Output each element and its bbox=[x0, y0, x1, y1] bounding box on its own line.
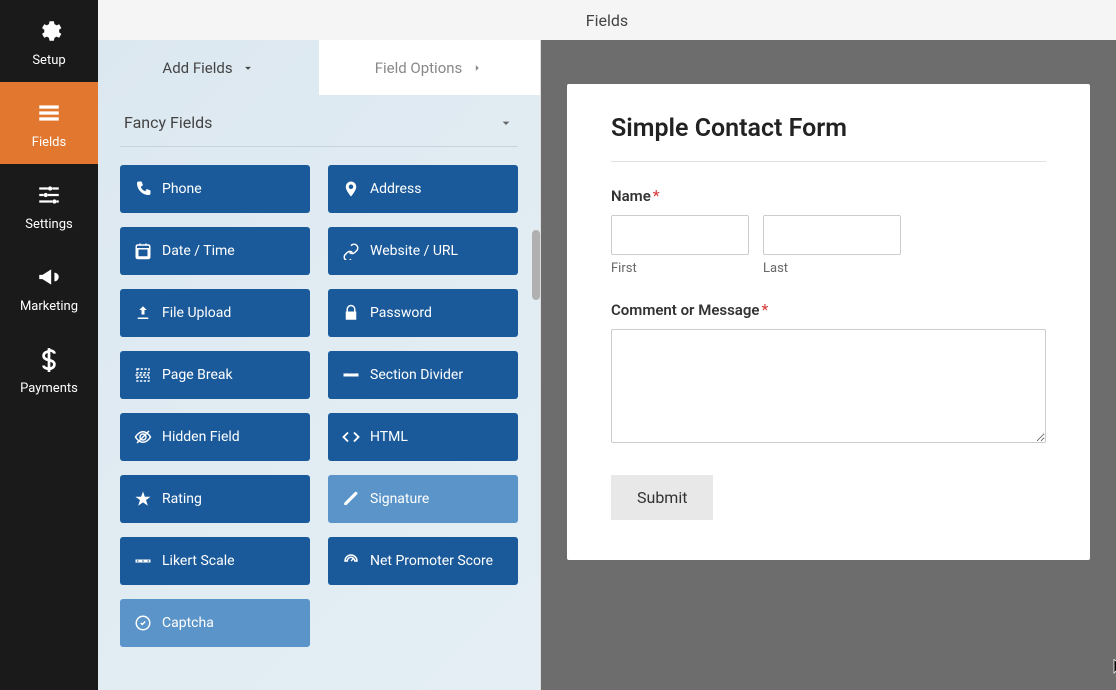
field-type-file-upload[interactable]: File Upload bbox=[120, 289, 310, 337]
sublabel-last: Last bbox=[763, 261, 901, 276]
likert-scale-icon bbox=[134, 552, 152, 570]
panel-tabs: Add Fields Field Options bbox=[98, 40, 540, 95]
cursor-icon bbox=[1111, 658, 1116, 676]
required-mark: * bbox=[761, 300, 768, 319]
sublabel-first: First bbox=[611, 261, 749, 276]
field-type-label: Address bbox=[370, 181, 421, 197]
field-type-phone[interactable]: Phone bbox=[120, 165, 310, 213]
dollar-icon bbox=[33, 343, 65, 375]
field-type-label: Date / Time bbox=[162, 243, 235, 259]
field-type-label: Phone bbox=[162, 181, 202, 197]
field-type-signature[interactable]: Signature bbox=[328, 475, 518, 523]
field-type-rating[interactable]: Rating bbox=[120, 475, 310, 523]
sidebar-item-setup[interactable]: Setup bbox=[0, 0, 98, 82]
chevron-right-icon bbox=[470, 61, 484, 75]
sidebar-item-label: Setup bbox=[32, 53, 65, 68]
field-type-label: HTML bbox=[370, 429, 408, 445]
form-field-comment[interactable]: Comment or Message* bbox=[611, 300, 1046, 447]
website-url-icon bbox=[342, 242, 360, 260]
tab-label: Add Fields bbox=[162, 59, 232, 77]
field-type-label: Website / URL bbox=[370, 243, 458, 259]
field-type-label: Captcha bbox=[162, 615, 214, 631]
field-type-label: Signature bbox=[370, 491, 429, 507]
html-icon bbox=[342, 428, 360, 446]
gear-icon bbox=[33, 15, 65, 47]
address-icon bbox=[342, 180, 360, 198]
sidebar-item-payments[interactable]: Payments bbox=[0, 328, 98, 410]
form-title: Simple Contact Form bbox=[611, 114, 1046, 162]
field-type-page-break[interactable]: Page Break bbox=[120, 351, 310, 399]
sidebar: Setup Fields Settings Marketing Payments bbox=[0, 0, 98, 690]
page-header: Fields bbox=[98, 0, 1116, 40]
sidebar-item-label: Fields bbox=[32, 135, 66, 150]
sidebar-item-marketing[interactable]: Marketing bbox=[0, 246, 98, 328]
section-fancy-fields[interactable]: Fancy Fields bbox=[120, 95, 518, 147]
net-promoter-score-icon bbox=[342, 552, 360, 570]
field-type-hidden-field[interactable]: Hidden Field bbox=[120, 413, 310, 461]
form-canvas[interactable]: Simple Contact Form Name* First Last bbox=[541, 40, 1116, 690]
date-time-icon bbox=[134, 242, 152, 260]
comment-textarea[interactable] bbox=[611, 329, 1046, 443]
page-break-icon bbox=[134, 366, 152, 384]
tab-label: Field Options bbox=[375, 59, 463, 77]
required-mark: * bbox=[653, 186, 660, 205]
chevron-down-icon bbox=[241, 61, 255, 75]
main: Fields Add Fields Field Options Fancy Fi… bbox=[98, 0, 1116, 690]
field-grid: Phone Address Date / Time Website / URL File… bbox=[120, 165, 518, 647]
field-type-label: File Upload bbox=[162, 305, 231, 321]
captcha-icon bbox=[134, 614, 152, 632]
tab-add-fields[interactable]: Add Fields bbox=[98, 40, 319, 95]
submit-button[interactable]: Submit bbox=[611, 475, 713, 520]
field-type-label: Net Promoter Score bbox=[370, 553, 493, 569]
bullhorn-icon bbox=[33, 261, 65, 293]
field-type-section-divider[interactable]: Section Divider bbox=[328, 351, 518, 399]
section-divider-icon bbox=[342, 366, 360, 384]
field-type-password[interactable]: Password bbox=[328, 289, 518, 337]
field-type-net-promoter-score[interactable]: Net Promoter Score bbox=[328, 537, 518, 585]
chevron-down-icon bbox=[498, 115, 514, 131]
field-label: Name bbox=[611, 187, 651, 205]
sidebar-item-label: Settings bbox=[25, 217, 72, 232]
fields-panel: Add Fields Field Options Fancy Fields Ph… bbox=[98, 40, 541, 690]
field-type-label: Rating bbox=[162, 491, 202, 507]
rating-icon bbox=[134, 490, 152, 508]
page-title: Fields bbox=[586, 11, 628, 30]
field-type-date-time[interactable]: Date / Time bbox=[120, 227, 310, 275]
field-type-likert-scale[interactable]: Likert Scale bbox=[120, 537, 310, 585]
workspace: Add Fields Field Options Fancy Fields Ph… bbox=[98, 40, 1116, 690]
section-title: Fancy Fields bbox=[124, 113, 212, 132]
field-label: Comment or Message bbox=[611, 301, 759, 319]
field-type-address[interactable]: Address bbox=[328, 165, 518, 213]
field-type-website-url[interactable]: Website / URL bbox=[328, 227, 518, 275]
hidden-field-icon bbox=[134, 428, 152, 446]
field-type-label: Section Divider bbox=[370, 367, 463, 383]
field-type-captcha[interactable]: Captcha bbox=[120, 599, 310, 647]
sliders-icon bbox=[33, 179, 65, 211]
first-name-input[interactable] bbox=[611, 215, 749, 255]
sidebar-item-settings[interactable]: Settings bbox=[0, 164, 98, 246]
signature-icon bbox=[342, 490, 360, 508]
list-icon bbox=[33, 97, 65, 129]
scrollbar-thumb[interactable] bbox=[532, 230, 540, 300]
sidebar-item-label: Marketing bbox=[20, 299, 78, 314]
password-icon bbox=[342, 304, 360, 322]
field-type-html[interactable]: HTML bbox=[328, 413, 518, 461]
sidebar-item-fields[interactable]: Fields bbox=[0, 82, 98, 164]
last-name-input[interactable] bbox=[763, 215, 901, 255]
field-type-label: Hidden Field bbox=[162, 429, 240, 445]
field-type-label: Page Break bbox=[162, 367, 233, 383]
field-type-label: Likert Scale bbox=[162, 553, 235, 569]
file-upload-icon bbox=[134, 304, 152, 322]
panel-body[interactable]: Fancy Fields Phone Address Date / Time Webs… bbox=[98, 95, 540, 690]
field-type-label: Password bbox=[370, 305, 432, 321]
form-field-name[interactable]: Name* First Last bbox=[611, 186, 1046, 276]
phone-icon bbox=[134, 180, 152, 198]
tab-field-options[interactable]: Field Options bbox=[319, 40, 540, 95]
form-preview: Simple Contact Form Name* First Last bbox=[567, 84, 1090, 560]
sidebar-item-label: Payments bbox=[20, 381, 78, 396]
